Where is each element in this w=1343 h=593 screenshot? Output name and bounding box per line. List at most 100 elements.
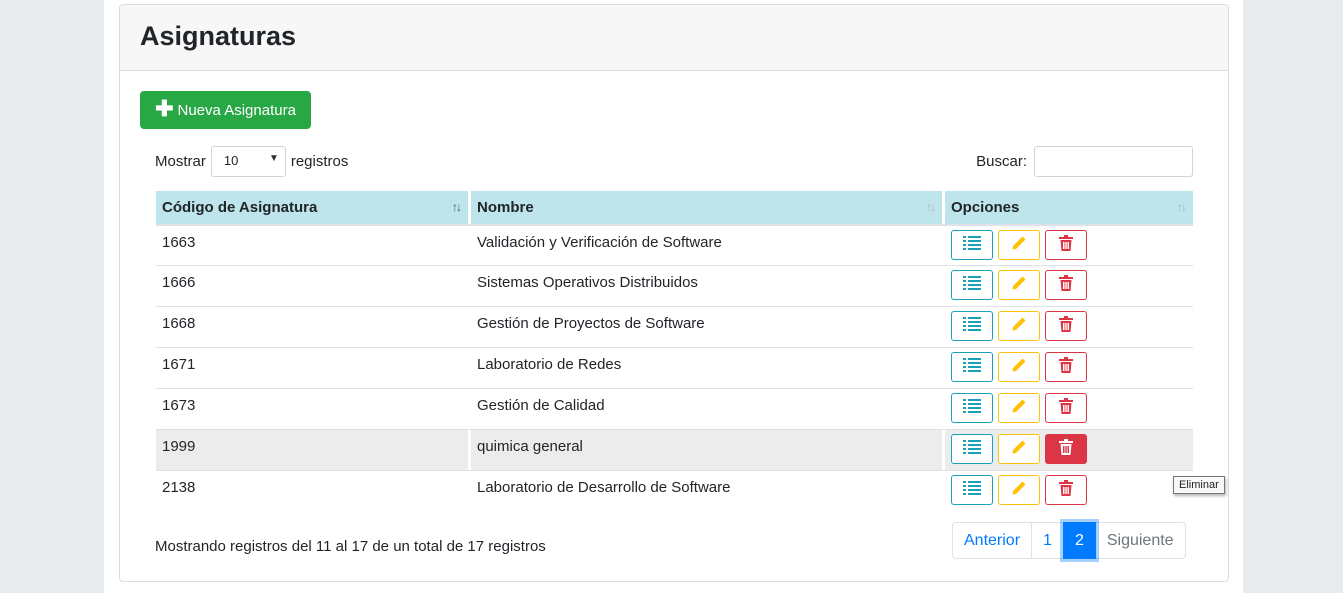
sort-icon: ↑↓ bbox=[926, 200, 936, 214]
pencil-icon bbox=[1011, 275, 1027, 295]
table-info: Mostrando registros del 11 al 17 de un t… bbox=[155, 538, 546, 555]
cell-code: 1663 bbox=[156, 226, 471, 265]
trash-icon bbox=[1059, 357, 1073, 377]
cell-name: Validación y Verificación de Software bbox=[471, 226, 945, 265]
edit-button[interactable] bbox=[998, 230, 1040, 260]
table-row: 1668 Gestión de Proyectos de Software bbox=[156, 306, 1193, 347]
view-button[interactable] bbox=[951, 230, 993, 260]
edit-button[interactable] bbox=[998, 352, 1040, 382]
search-label: Buscar: bbox=[976, 153, 1027, 170]
search-input[interactable] bbox=[1034, 146, 1193, 177]
delete-button[interactable] bbox=[1045, 393, 1087, 423]
cell-name: Laboratorio de Redes bbox=[471, 348, 945, 388]
list-icon bbox=[963, 399, 981, 417]
list-icon bbox=[963, 358, 981, 376]
header-name[interactable]: Nombre ↑↓ bbox=[471, 191, 945, 224]
pagination-next[interactable]: Siguiente bbox=[1094, 522, 1186, 559]
sort-asc-icon: ↑↓ bbox=[452, 200, 462, 214]
new-subject-button[interactable]: ✚ Nueva Asignatura bbox=[140, 91, 311, 129]
delete-button[interactable] bbox=[1045, 475, 1087, 505]
pencil-icon bbox=[1011, 235, 1027, 255]
delete-button[interactable] bbox=[1045, 311, 1087, 341]
cell-code: 1671 bbox=[156, 348, 471, 388]
cell-name: Gestión de Proyectos de Software bbox=[471, 307, 945, 347]
trash-icon bbox=[1059, 398, 1073, 418]
page-length-select[interactable]: 10 ▼ bbox=[210, 146, 286, 177]
delete-button[interactable] bbox=[1045, 352, 1087, 382]
pencil-icon bbox=[1011, 357, 1027, 377]
cell-options bbox=[945, 307, 1193, 347]
table-row: 1663 Validación y Verificación de Softwar… bbox=[156, 224, 1193, 265]
cell-name: Sistemas Operativos Distribuidos bbox=[471, 266, 945, 306]
table-row: 1673 Gestión de Calidad bbox=[156, 388, 1193, 429]
search-control: Buscar: bbox=[976, 146, 1193, 177]
header-options[interactable]: Opciones ↑↓ bbox=[945, 191, 1193, 224]
pagination-page-2[interactable]: 2 bbox=[1062, 522, 1096, 559]
delete-button[interactable] bbox=[1045, 434, 1087, 464]
trash-icon bbox=[1059, 235, 1073, 255]
cell-options bbox=[945, 430, 1193, 470]
sort-icon: ↑↓ bbox=[1177, 200, 1187, 214]
table-row: 1671 Laboratorio de Redes bbox=[156, 347, 1193, 388]
edit-button[interactable] bbox=[998, 475, 1040, 505]
subjects-table: Código de Asignatura ↑↓ Nombre ↑↓ Opcion… bbox=[156, 191, 1193, 511]
list-icon bbox=[963, 317, 981, 335]
cell-name: Laboratorio de Desarrollo de Software bbox=[471, 471, 945, 511]
cell-options bbox=[945, 348, 1193, 388]
view-button[interactable] bbox=[951, 393, 993, 423]
edit-button[interactable] bbox=[998, 393, 1040, 423]
table-body: 1663 Validación y Verificación de Softwar… bbox=[156, 224, 1193, 511]
pencil-icon bbox=[1011, 398, 1027, 418]
cell-code: 1668 bbox=[156, 307, 471, 347]
view-button[interactable] bbox=[951, 434, 993, 464]
table-row: 1999 quimica general bbox=[156, 429, 1193, 470]
cell-options bbox=[945, 471, 1193, 511]
page-title: Asignaturas bbox=[140, 21, 297, 51]
cell-options bbox=[945, 389, 1193, 429]
pagination-previous[interactable]: Anterior bbox=[952, 522, 1033, 559]
trash-icon bbox=[1059, 316, 1073, 336]
view-button[interactable] bbox=[951, 352, 993, 382]
pencil-icon bbox=[1011, 316, 1027, 336]
view-button[interactable] bbox=[951, 270, 993, 300]
table-row: 1666 Sistemas Operativos Distribuidos bbox=[156, 265, 1193, 306]
header-code[interactable]: Código de Asignatura ↑↓ bbox=[156, 191, 471, 224]
trash-icon bbox=[1059, 439, 1073, 459]
trash-icon bbox=[1059, 275, 1073, 295]
edit-button[interactable] bbox=[998, 311, 1040, 341]
caret-down-icon: ▼ bbox=[268, 153, 279, 164]
view-button[interactable] bbox=[951, 475, 993, 505]
cell-options bbox=[945, 266, 1193, 306]
cell-code: 1666 bbox=[156, 266, 471, 306]
pencil-icon bbox=[1011, 480, 1027, 500]
header-options-label: Opciones bbox=[951, 199, 1020, 216]
page-container: Asignaturas ✚ Nueva Asignatura Mostrar 1… bbox=[104, 0, 1243, 593]
pagination: Anterior 1 2 Siguiente bbox=[952, 522, 1186, 559]
table-header: Código de Asignatura ↑↓ Nombre ↑↓ Opcion… bbox=[156, 191, 1193, 224]
edit-button[interactable] bbox=[998, 270, 1040, 300]
cell-code: 2138 bbox=[156, 471, 471, 511]
header-name-label: Nombre bbox=[477, 199, 534, 216]
list-icon bbox=[963, 440, 981, 458]
view-button[interactable] bbox=[951, 311, 993, 341]
cell-name: quimica general bbox=[471, 430, 945, 470]
page-length-value: 10 bbox=[223, 153, 239, 168]
page-length-control: Mostrar 10 ▼ registros bbox=[155, 146, 348, 177]
subjects-card: Asignaturas ✚ Nueva Asignatura Mostrar 1… bbox=[119, 4, 1229, 582]
cell-name: Gestión de Calidad bbox=[471, 389, 945, 429]
list-icon bbox=[963, 236, 981, 254]
cell-options bbox=[945, 226, 1193, 265]
edit-button[interactable] bbox=[998, 434, 1040, 464]
cell-code: 1673 bbox=[156, 389, 471, 429]
delete-button[interactable] bbox=[1045, 230, 1087, 260]
length-suffix: registros bbox=[290, 153, 349, 170]
length-prefix: Mostrar bbox=[155, 153, 206, 170]
table-row: 2138 Laboratorio de Desarrollo de Softwar… bbox=[156, 470, 1193, 511]
delete-button[interactable] bbox=[1045, 270, 1087, 300]
list-icon bbox=[963, 481, 981, 499]
pagination-page-1[interactable]: 1 bbox=[1031, 522, 1064, 559]
trash-icon bbox=[1059, 480, 1073, 500]
header-code-label: Código de Asignatura bbox=[162, 199, 318, 216]
pencil-icon bbox=[1011, 439, 1027, 459]
list-icon bbox=[963, 276, 981, 294]
